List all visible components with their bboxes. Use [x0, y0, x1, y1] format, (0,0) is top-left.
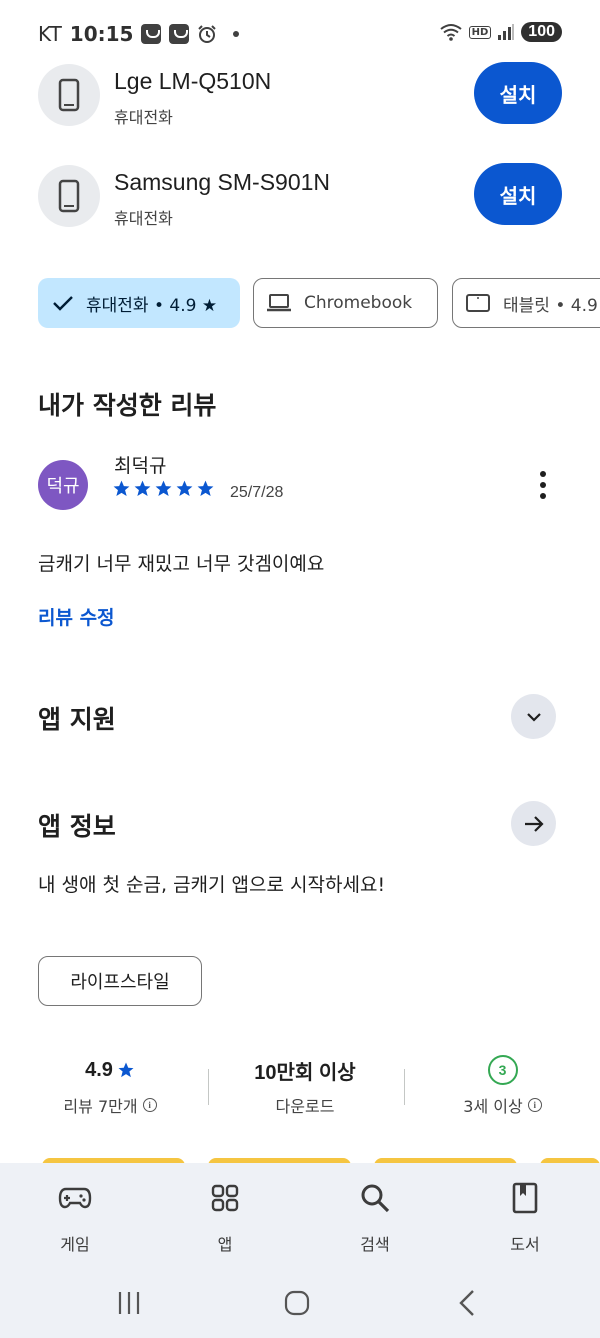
reviewer-name: 최덕규	[114, 455, 167, 477]
more-notifications-dot	[233, 31, 240, 37]
battery-indicator: 100	[521, 22, 562, 42]
downloads-label: 다운로드	[275, 1097, 335, 1116]
chip-tablet[interactable]: 태블릿 • 4.9 ★	[452, 278, 600, 328]
star-icon	[197, 480, 214, 497]
more-options-icon[interactable]	[531, 469, 555, 501]
stat-rating[interactable]: 4.9 리뷰 7만개 i	[30, 1055, 190, 1117]
divider	[404, 1069, 405, 1105]
rating-label: 리뷰 7만개	[63, 1097, 138, 1116]
nav-item-books[interactable]: 도서	[475, 1179, 575, 1255]
chip-label: Chromebook	[304, 293, 413, 313]
notification-icon	[141, 24, 162, 44]
chip-chromebook[interactable]: Chromebook	[253, 278, 438, 328]
section-title-app-info[interactable]: 앱 정보	[38, 807, 116, 843]
age-rating-label: 3세 이상	[463, 1097, 523, 1116]
recent-apps-button[interactable]	[112, 1286, 146, 1320]
system-navigation-bar	[0, 1268, 600, 1338]
app-info-arrow-button[interactable]	[511, 801, 556, 846]
nav-label: 게임	[60, 1235, 90, 1254]
device-type: 휴대전화	[114, 108, 173, 127]
device-name: Lge LM-Q510N	[114, 68, 272, 94]
alarm-icon	[198, 25, 217, 43]
hd-voice-icon: HD	[468, 25, 492, 39]
section-title-app-support[interactable]: 앱 지원	[38, 700, 116, 736]
star-icon	[113, 480, 130, 497]
nav-label: 도서	[510, 1235, 540, 1254]
divider	[208, 1069, 209, 1105]
search-icon	[361, 1184, 390, 1213]
stat-downloads: 10만회 이상 다운로드	[220, 1055, 390, 1117]
star-icon	[155, 480, 172, 497]
star-icon	[134, 480, 151, 497]
apps-grid-icon	[211, 1184, 239, 1212]
book-icon	[512, 1182, 538, 1214]
back-icon	[459, 1290, 474, 1316]
phone-icon	[38, 165, 100, 227]
carrier-label: KT	[38, 22, 62, 46]
chip-phone[interactable]: 휴대전화 • 4.9 ★	[38, 278, 240, 328]
gamepad-icon	[58, 1187, 92, 1209]
avatar: 덕규	[38, 460, 88, 510]
stat-age-rating[interactable]: 3 3세 이상 i	[420, 1055, 585, 1117]
laptop-icon	[267, 294, 291, 312]
home-icon	[284, 1290, 310, 1316]
tablet-icon	[466, 294, 490, 312]
expand-app-support-button[interactable]	[511, 694, 556, 739]
arrow-right-icon	[524, 815, 544, 832]
nav-item-apps[interactable]: 앱	[175, 1179, 275, 1255]
chevron-down-icon	[526, 712, 541, 722]
device-filter-chips: 휴대전화 • 4.9 ★ Chromebook 태블릿 • 4.9 ★	[38, 278, 600, 328]
category-chip[interactable]: 라이프스타일	[38, 956, 202, 1006]
wifi-icon	[440, 24, 462, 41]
app-description: 내 생애 첫 순금, 금캐기 앱으로 시작하세요!	[38, 874, 386, 896]
device-type: 휴대전화	[114, 209, 173, 228]
signal-icon	[498, 24, 515, 40]
star-icon	[176, 480, 193, 497]
nav-label: 앱	[217, 1235, 233, 1254]
star-icon	[118, 1062, 134, 1078]
nav-label: 검색	[360, 1235, 390, 1254]
device-name: Samsung SM-S901N	[114, 169, 331, 195]
review-date: 25/7/28	[230, 484, 284, 501]
section-title-my-review: 내가 작성한 리뷰	[38, 391, 217, 420]
age-rating-badge: 3	[487, 1055, 518, 1085]
chip-label: 태블릿 • 4.9 ★	[503, 295, 600, 316]
phone-icon	[38, 64, 100, 126]
device-row: Lge LM-Q510N 휴대전화 설치	[38, 62, 562, 128]
status-time: 10:15	[69, 22, 134, 46]
check-icon	[53, 296, 73, 311]
info-icon[interactable]: i	[527, 1098, 542, 1112]
app-stats: 4.9 리뷰 7만개 i 10만회 이상 다운로드 3 3세 이상 i	[0, 1055, 600, 1125]
star-rating	[112, 479, 215, 498]
info-icon[interactable]: i	[142, 1098, 157, 1112]
nav-item-games[interactable]: 게임	[25, 1179, 125, 1255]
home-button[interactable]	[280, 1286, 314, 1320]
status-bar: KT 10:15 HD 100	[0, 0, 600, 70]
rating-value: 4.9	[85, 1058, 113, 1081]
downloads-value: 10만회 이상	[254, 1061, 356, 1084]
install-button[interactable]: 설치	[474, 62, 562, 124]
edit-review-link[interactable]: 리뷰 수정	[38, 603, 115, 630]
device-row: Samsung SM-S901N 휴대전화 설치	[38, 163, 562, 229]
review-text: 금캐기 너무 재밌고 너무 갓겜이예요	[38, 553, 325, 575]
chip-label: 휴대전화 • 4.9 ★	[86, 295, 218, 316]
back-button[interactable]	[452, 1286, 482, 1320]
nav-item-search[interactable]: 검색	[325, 1179, 425, 1255]
recent-apps-icon	[118, 1292, 140, 1314]
notification-icon	[169, 24, 190, 44]
install-button[interactable]: 설치	[474, 163, 562, 225]
bottom-navigation: 게임 앱 검색 도서	[0, 1163, 600, 1268]
